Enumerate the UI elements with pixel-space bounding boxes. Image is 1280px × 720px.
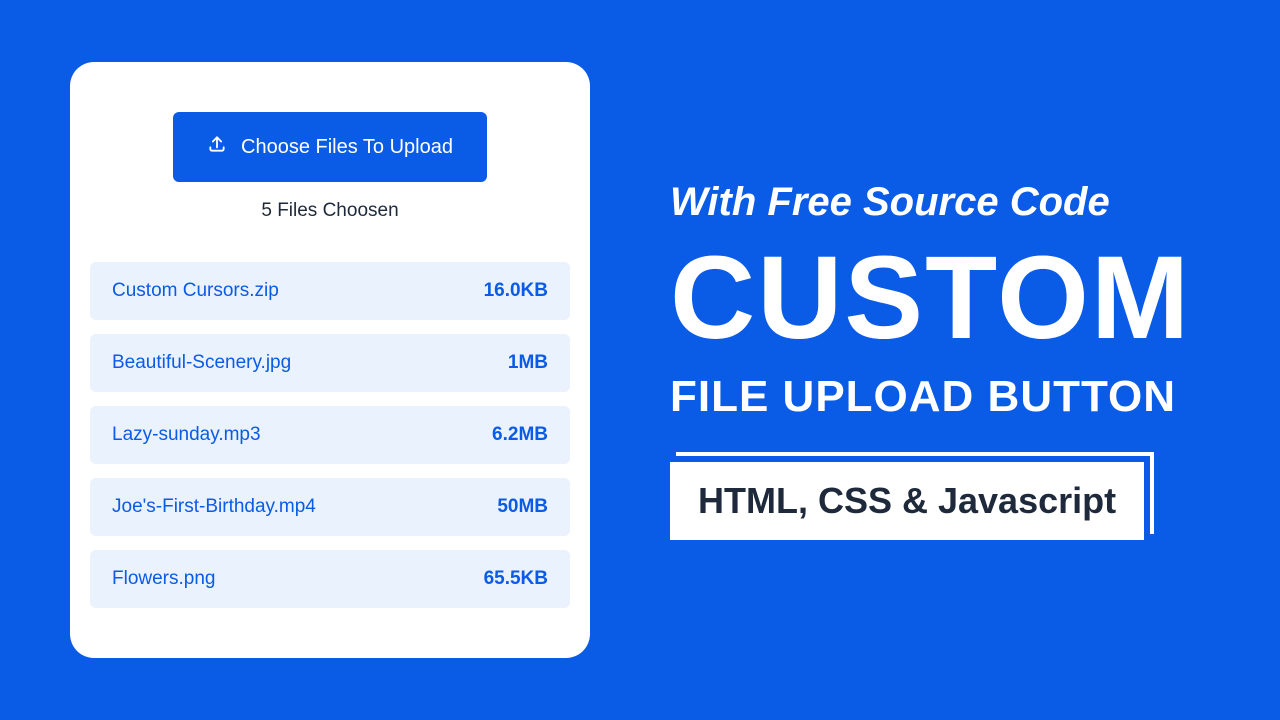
file-size: 50MB	[497, 496, 548, 518]
file-size: 65.5KB	[484, 568, 548, 590]
tech-badge: HTML, CSS & Javascript	[670, 462, 1144, 540]
file-name: Custom Cursors.zip	[112, 280, 279, 302]
file-name: Joe's-First-Birthday.mp4	[112, 496, 316, 518]
file-row: Flowers.png 65.5KB	[90, 550, 570, 608]
upload-icon	[207, 134, 227, 160]
file-size: 16.0KB	[484, 280, 548, 302]
choose-files-button[interactable]: Choose Files To Upload	[173, 112, 487, 182]
file-row: Joe's-First-Birthday.mp4 50MB	[90, 478, 570, 536]
card-container: Choose Files To Upload 5 Files Choosen C…	[0, 0, 640, 720]
promo-subtitle2: FILE UPLOAD BUTTON	[670, 372, 1260, 422]
file-size: 1MB	[508, 352, 548, 374]
promo-subtitle: With Free Source Code	[670, 180, 1260, 225]
choose-files-label: Choose Files To Upload	[241, 136, 453, 159]
file-row: Beautiful-Scenery.jpg 1MB	[90, 334, 570, 392]
files-count: 5 Files Choosen	[90, 200, 570, 222]
promo-panel: With Free Source Code CUSTOM FILE UPLOAD…	[640, 0, 1280, 720]
file-name: Beautiful-Scenery.jpg	[112, 352, 291, 374]
promo-title: CUSTOM	[670, 237, 1260, 361]
file-size: 6.2MB	[492, 424, 548, 446]
file-name: Flowers.png	[112, 568, 216, 590]
file-row: Lazy-sunday.mp3 6.2MB	[90, 406, 570, 464]
upload-card: Choose Files To Upload 5 Files Choosen C…	[70, 62, 590, 658]
file-row: Custom Cursors.zip 16.0KB	[90, 262, 570, 320]
file-name: Lazy-sunday.mp3	[112, 424, 261, 446]
